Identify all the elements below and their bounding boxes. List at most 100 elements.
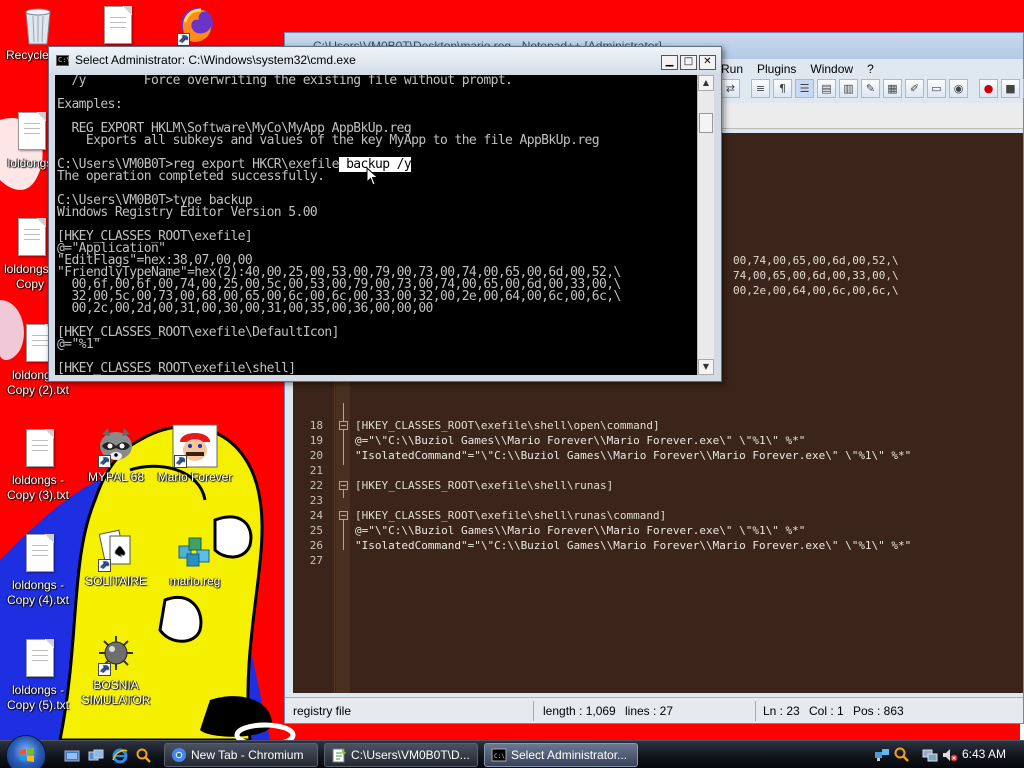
cards-icon: ♠ ↗: [96, 528, 136, 572]
cmd-titlebar[interactable]: C:\ Select Administrator: C:\Windows\sys…: [49, 47, 721, 73]
document-icon: [18, 427, 58, 471]
line-number: 22: [309, 479, 323, 492]
line-number: 26: [309, 539, 323, 552]
switch-windows-icon[interactable]: [88, 748, 104, 764]
code-line: [HKEY_CLASSES_ROOT\exefile\shell\runas\c…: [355, 509, 667, 522]
shortcut-arrow-icon: ↗: [98, 663, 111, 676]
status-pos: Pos : 863: [853, 704, 904, 718]
console-line: The operation completed successfully.: [57, 169, 325, 184]
mouse-cursor-icon: [366, 167, 379, 186]
show-all-chars-icon[interactable]: ¶: [773, 79, 792, 98]
monitor-icon[interactable]: ◉: [949, 79, 968, 98]
search-icon[interactable]: [136, 748, 152, 764]
desktop-icon-mario-reg[interactable]: mario.reg: [155, 528, 235, 589]
internet-explorer-icon[interactable]: [112, 748, 128, 764]
cmd-icon: C:\: [56, 55, 71, 66]
scroll-thumb[interactable]: [699, 113, 713, 133]
mario-icon: ↗: [172, 424, 218, 468]
menu-help[interactable]: ?: [867, 59, 874, 79]
notepadpp-icon: [332, 748, 346, 763]
fold-toggle-icon[interactable]: −: [339, 511, 348, 520]
desktop-icon-loldongs-copy-4[interactable]: loldongs - Copy (4).txt: [0, 532, 78, 608]
desktop-icon-label: BOSNIA SIMULATOR: [81, 678, 151, 707]
taskbar-button-cmd[interactable]: C:\ Select Administrator...: [484, 743, 638, 767]
cmd-window[interactable]: C:\ Select Administrator: C:\Windows\sys…: [48, 46, 722, 382]
function-list-icon[interactable]: ▤: [817, 79, 836, 98]
scroll-down-icon[interactable]: ▼: [698, 359, 714, 375]
menu-plugins[interactable]: Plugins: [757, 59, 796, 79]
taskbar: New Tab - Chromium C:\Users\VM0B0T\D... …: [0, 735, 1024, 768]
scroll-up-icon[interactable]: ▲: [698, 75, 714, 91]
console-line: Exports all subkeys and values of the ke…: [57, 133, 600, 148]
document-icon: [10, 216, 50, 260]
record-macro-icon[interactable]: ●: [979, 79, 998, 98]
doc-map-icon[interactable]: ▥: [839, 79, 858, 98]
code-line: [HKEY_CLASSES_ROOT\exefile\shell\open\co…: [355, 419, 660, 432]
status-col: Col : 1: [809, 704, 844, 718]
taskbar-button-notepadpp[interactable]: C:\Users\VM0B0T\D...: [324, 743, 478, 767]
folder-icon[interactable]: ▭: [927, 79, 946, 98]
fold-line: [343, 490, 344, 498]
desktop-icon-bosnia-simulator[interactable]: ↗ BOSNIA SIMULATOR: [76, 632, 156, 708]
console-line: /y Force overwriting the existing file w…: [57, 75, 513, 88]
fold-toggle-icon[interactable]: −: [339, 421, 348, 430]
status-filetype: registry file: [293, 704, 352, 718]
close-button[interactable]: ✕: [699, 55, 716, 70]
maximize-button[interactable]: □: [680, 55, 697, 70]
edit-icon[interactable]: ✐: [905, 79, 924, 98]
fold-line: [343, 403, 344, 465]
network-tray-icon[interactable]: [874, 747, 890, 763]
console-scrollbar[interactable]: ▲ ▼: [697, 75, 714, 375]
taskbar-button-label: C:\Users\VM0B0T\D...: [351, 748, 470, 762]
desktop-icon-mypal[interactable]: ↗ MYPAL 68: [76, 424, 156, 485]
console-text: /y Force overwriting the existing file w…: [57, 75, 621, 375]
status-ln: Ln : 23: [763, 704, 800, 718]
stop-macro-icon[interactable]: ■: [1001, 79, 1020, 98]
status-divider: [755, 701, 756, 721]
desktop-icon-solitaire[interactable]: ♠ ↗ SOLITAIRE: [76, 528, 156, 589]
show-desktop-icon[interactable]: [64, 748, 80, 764]
shortcut-arrow-icon: ↗: [98, 455, 111, 468]
document-icon: [10, 110, 50, 154]
taskbar-button-chromium[interactable]: New Tab - Chromium: [164, 743, 318, 767]
desktop-icon-mario-forever[interactable]: ↗ Mario Forever: [155, 424, 235, 485]
svg-text:♠: ♠: [114, 544, 127, 560]
console-line: Windows Registry Editor Version 5.00: [57, 205, 318, 220]
fold-toggle-icon[interactable]: −: [339, 481, 348, 490]
start-button[interactable]: [6, 735, 46, 768]
taskbar-clock[interactable]: 6:43 AM: [962, 741, 1006, 768]
recycle-bin-icon: [18, 2, 58, 46]
indent-guide-icon[interactable]: ☰: [795, 79, 814, 98]
taskbar-button-label: Select Administrator...: [511, 748, 628, 762]
minimize-button[interactable]: ▁: [661, 55, 678, 70]
raccoon-icon: ↗: [96, 424, 136, 468]
volume-muted-icon[interactable]: [942, 747, 958, 763]
menu-window[interactable]: Window: [810, 59, 853, 79]
desktop-icon-doc-top[interactable]: [76, 4, 156, 50]
status-lines: lines : 27: [625, 704, 674, 718]
user-lang-icon[interactable]: ✎: [861, 79, 880, 98]
wrap-icon[interactable]: ≡: [751, 79, 770, 98]
mine-icon: ↗: [96, 632, 136, 676]
desktop-icon-firefox[interactable]: ↗: [155, 2, 235, 48]
status-length: length : 1,069: [543, 704, 616, 718]
status-divider: [533, 701, 534, 721]
desktop-icon-loldongs-copy-5[interactable]: loldongs - Copy (5).txt: [0, 637, 78, 713]
desktop-icon-label: MYPAL 68: [87, 470, 145, 484]
console-line: [HKEY_CLASSES_ROOT\exefile\DefaultIcon]: [57, 325, 339, 340]
console-output[interactable]: /y Force overwriting the existing file w…: [55, 75, 697, 375]
search-tray-icon[interactable]: [894, 747, 910, 763]
desktop-icon-label: mario.reg: [169, 574, 221, 588]
line-number: 27: [309, 554, 323, 567]
find-replace-icon[interactable]: ⇄: [721, 79, 740, 98]
shortcut-arrow-icon: ↗: [98, 559, 111, 572]
panel-icon[interactable]: ▦: [883, 79, 902, 98]
menu-run[interactable]: Run: [721, 59, 743, 79]
partial-code-line: 00,74,00,65,00,6d,00,52,\: [733, 254, 899, 267]
line-number: 23: [309, 494, 323, 507]
desktop-icon-loldongs-copy-3[interactable]: loldongs - Copy (3).txt: [0, 427, 78, 503]
network-status-icon[interactable]: [922, 747, 938, 763]
console-line: Examples:: [57, 97, 123, 112]
code-line: [HKEY_CLASSES_ROOT\exefile\shell\runas]: [355, 479, 614, 492]
